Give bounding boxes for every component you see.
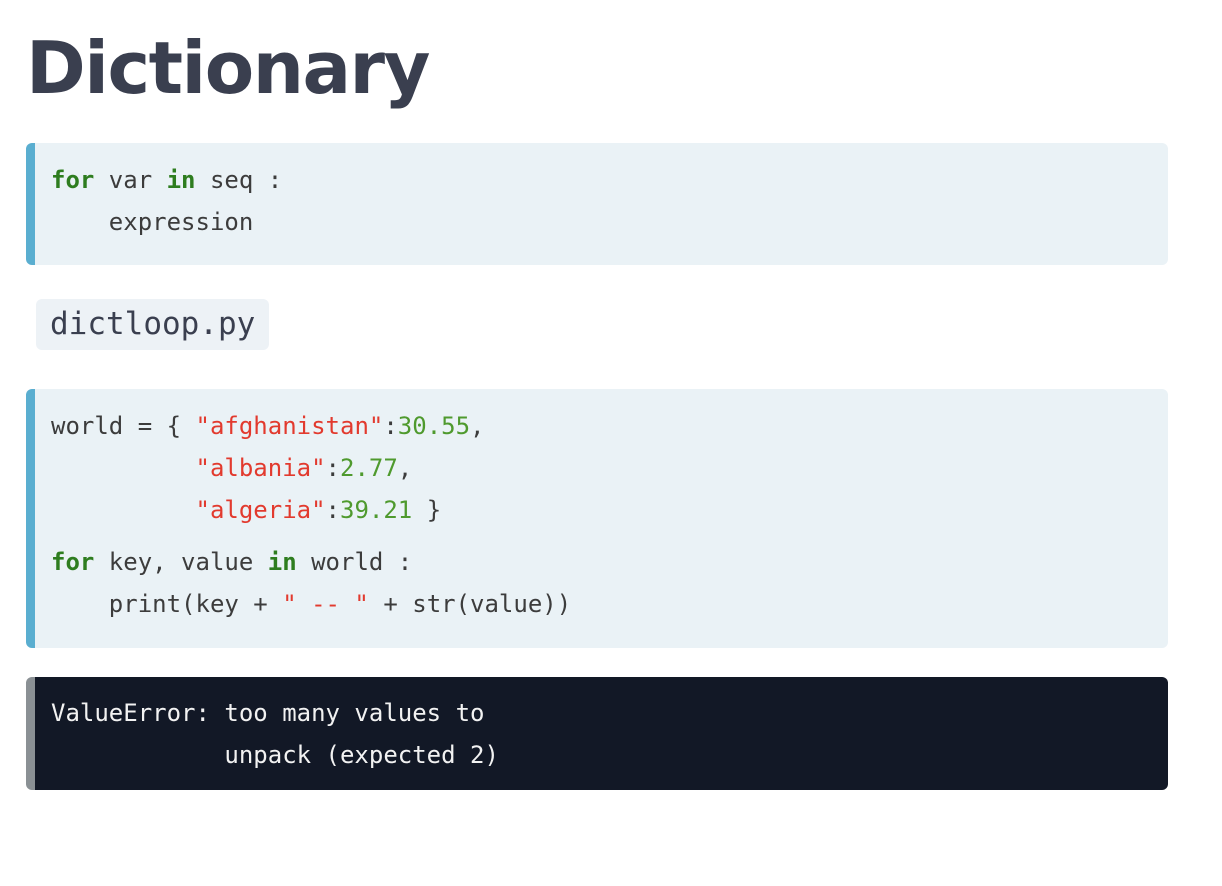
code-line: for var in seq : [51, 159, 1168, 201]
dictloop-code-block: world = { "afghanistan":30.55, "albania"… [26, 389, 1168, 648]
error-output-block: ValueError: too many values to unpack (e… [26, 677, 1168, 790]
code-text: var [94, 166, 167, 194]
code-text: } [412, 496, 442, 524]
code-text: + str(value)) [368, 590, 572, 618]
number-literal: 39.21 [340, 496, 413, 524]
code-text: : [383, 412, 398, 440]
number-literal: 2.77 [340, 454, 398, 482]
code-text: seq : [195, 166, 283, 194]
keyword-for: for [51, 548, 95, 576]
code-line: world = { "afghanistan":30.55, [51, 405, 1168, 447]
code-text: print(key + [51, 590, 283, 618]
string-literal: "afghanistan" [195, 412, 384, 440]
code-line: "algeria":39.21 } [51, 489, 1168, 531]
error-line: unpack (expected 2) [51, 741, 499, 769]
code-text: key, value [94, 548, 268, 576]
syntax-code-block: for var in seq : expression [26, 143, 1168, 265]
code-text: : [325, 454, 340, 482]
keyword-in: in [166, 166, 196, 194]
number-literal: 30.55 [397, 412, 471, 440]
code-text: , [470, 412, 485, 440]
string-literal: "albania" [195, 454, 326, 482]
string-literal: "algeria" [195, 496, 326, 524]
keyword-in: in [267, 548, 297, 576]
code-line: "albania":2.77, [51, 447, 1168, 489]
code-text: : [325, 496, 340, 524]
code-line: expression [51, 201, 1168, 243]
page-title: Dictionary [26, 26, 430, 110]
code-line: for key, value in world : [51, 541, 1168, 583]
code-line: print(key + " -- " + str(value)) [51, 583, 1168, 625]
code-text: expression [51, 208, 254, 236]
error-line: ValueError: too many values to [51, 699, 485, 727]
code-text: world = { [51, 412, 196, 440]
filename-label: dictloop.py [36, 299, 270, 350]
keyword-for: for [51, 166, 95, 194]
string-literal: " -- " [282, 590, 369, 618]
code-text: , [397, 454, 413, 482]
code-text: world : [296, 548, 413, 576]
